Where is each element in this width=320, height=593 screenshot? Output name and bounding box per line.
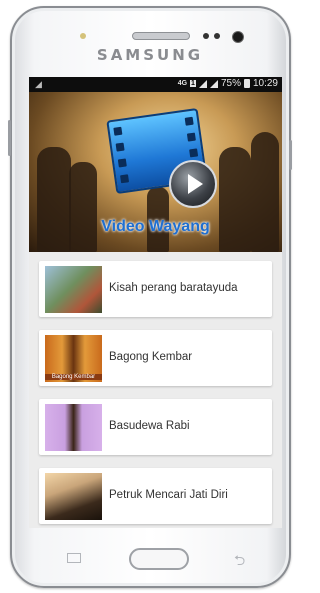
banner-title: Video Wayang: [101, 218, 210, 235]
list-item[interactable]: Bagong Kembar Bagong Kembar: [39, 330, 272, 386]
thumbnail-image: [45, 473, 102, 520]
app-screen: ◢ 4G 1 75% 10:29 Video Wayang Kisah pera…: [29, 77, 282, 528]
recent-apps-icon[interactable]: [67, 553, 81, 563]
signal-icon: [198, 79, 207, 88]
home-button[interactable]: [129, 548, 189, 570]
back-icon[interactable]: ⮌: [234, 550, 245, 574]
signal-icon: [209, 79, 218, 88]
front-camera: [232, 31, 244, 43]
thumbnail-image: Bagong Kembar: [45, 335, 102, 382]
clock: 10:29: [252, 78, 278, 89]
list-item[interactable]: Basudewa Rabi: [39, 399, 272, 455]
sim-indicator: 1: [190, 80, 196, 87]
header-banner: Video Wayang: [29, 92, 282, 252]
earpiece-speaker: [132, 32, 190, 40]
thumbnail-image: [45, 266, 102, 313]
list-item[interactable]: Petruk Mencari Jati Diri: [39, 468, 272, 524]
proximity-sensor: [80, 33, 86, 39]
status-icons: 4G 1 75% 10:29: [178, 78, 278, 89]
sensor-dot: [214, 33, 220, 39]
power-button: [289, 140, 292, 170]
list-item[interactable]: Kisah perang baratayuda: [39, 261, 272, 317]
volume-button: [8, 120, 11, 156]
play-icon[interactable]: [169, 160, 217, 208]
battery-icon: [243, 79, 250, 88]
network-type: 4G: [177, 80, 188, 87]
wayang-silhouette: [219, 147, 251, 252]
thumbnail-image: [45, 404, 102, 451]
notification-icon: ◢: [35, 79, 42, 89]
battery-percent: 75%: [220, 78, 241, 89]
wayang-silhouette: [69, 162, 97, 252]
status-bar: ◢ 4G 1 75% 10:29: [29, 77, 282, 92]
list-item-title: Basudewa Rabi: [109, 420, 190, 432]
sensor-dot: [203, 33, 209, 39]
device-brand: SAMSUNG: [96, 46, 204, 64]
video-list: Kisah perang baratayuda Bagong Kembar Ba…: [39, 261, 272, 528]
wayang-silhouette: [37, 147, 71, 252]
list-item-title: Kisah perang baratayuda: [109, 282, 238, 294]
list-item-title: Petruk Mencari Jati Diri: [109, 489, 228, 501]
thumbnail-caption: Bagong Kembar: [45, 374, 102, 380]
list-item-title: Bagong Kembar: [109, 351, 193, 363]
